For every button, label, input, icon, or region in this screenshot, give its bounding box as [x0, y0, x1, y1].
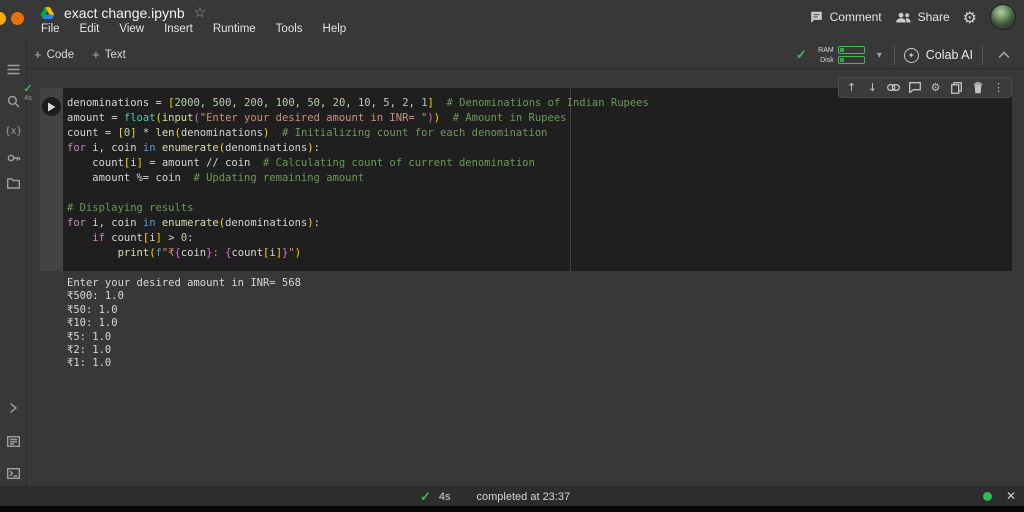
- code-lines: denominations = [2000, 500, 200, 100, 50…: [63, 88, 1012, 261]
- code-line: count = [0] * len(denominations) # Initi…: [67, 127, 548, 139]
- table-of-contents-icon[interactable]: [0, 57, 27, 81]
- plus-icon: +: [34, 47, 42, 62]
- notebook-toolbar: + Code + Text ✓ RAM Disk ▾ ✦ Colab AI: [27, 41, 1024, 69]
- divider: [982, 45, 983, 65]
- disk-label: Disk: [820, 56, 834, 64]
- notebook-title[interactable]: exact change.ipynb: [64, 5, 185, 21]
- menu-file[interactable]: File: [39, 22, 62, 36]
- colab-logo[interactable]: [0, 1, 33, 39]
- colab-app: exact change.ipynb ☆ File Edit View Insert R…: [0, 0, 1024, 512]
- disk-gauge: [837, 56, 865, 64]
- play-icon: [48, 102, 56, 111]
- colab-ai-icon: ✦: [903, 47, 919, 63]
- run-cell-button[interactable]: [42, 97, 61, 116]
- comment-icon: [810, 11, 822, 23]
- left-sidebar: {x}: [0, 41, 27, 486]
- code-cell: denominations = [2000, 500, 200, 100, 50…: [40, 77, 1012, 271]
- code-snippets-icon[interactable]: [0, 396, 27, 420]
- close-status-icon[interactable]: ✕: [1006, 489, 1016, 503]
- menu-edit[interactable]: Edit: [78, 22, 102, 36]
- add-code-label: Code: [46, 48, 75, 61]
- move-down-icon[interactable]: ↓: [862, 78, 883, 97]
- link-icon[interactable]: [883, 78, 904, 97]
- share-label: Share: [917, 10, 950, 24]
- executed-check-icon: ✓: [23, 83, 33, 95]
- share-button[interactable]: Share: [895, 10, 950, 24]
- plus-icon: +: [92, 47, 100, 62]
- colab-ai-button[interactable]: ✦ Colab AI: [903, 47, 973, 63]
- add-text-label: Text: [104, 48, 126, 61]
- runtime-caret-down-icon[interactable]: ▾: [874, 50, 885, 61]
- menu-tools[interactable]: Tools: [274, 22, 305, 36]
- bottom-strip: [0, 506, 1024, 512]
- move-up-icon[interactable]: ↑: [841, 78, 862, 97]
- code-line: for i, coin in enumerate(denominations):: [67, 217, 320, 229]
- ram-label: RAM: [818, 46, 834, 54]
- cell-comment-icon[interactable]: [904, 78, 925, 97]
- status-bar: ✓ 4s completed at 23:37 ✕: [0, 486, 1024, 506]
- divider: [893, 45, 895, 65]
- secrets-icon[interactable]: [0, 146, 27, 170]
- output-line: ₹500: 1.0: [67, 290, 124, 303]
- output-line: ₹5: 1.0: [67, 330, 112, 343]
- cell-output: Enter your desired amount in INR= 568 ₹50…: [67, 277, 301, 371]
- colab-logo-ring-left: [0, 12, 6, 25]
- share-icon: [895, 12, 911, 23]
- output-line: ₹50: 1.0: [67, 303, 118, 316]
- variables-icon[interactable]: {x}: [0, 119, 27, 143]
- terminal-icon[interactable]: [0, 461, 27, 485]
- menu-runtime[interactable]: Runtime: [211, 22, 258, 36]
- output-line: Enter your desired amount in INR= 568: [67, 277, 301, 289]
- connected-check-icon: ✓: [795, 47, 807, 62]
- code-line: denominations = [2000, 500, 200, 100, 50…: [67, 97, 649, 109]
- delete-cell-icon[interactable]: [967, 78, 988, 97]
- resource-monitor[interactable]: RAM Disk: [816, 46, 865, 64]
- colab-logo-ring-right: [11, 12, 24, 25]
- variables-glyph: {x}: [4, 125, 23, 137]
- more-options-icon[interactable]: ⋮: [988, 78, 1009, 97]
- comment-button[interactable]: Comment: [809, 10, 882, 24]
- status-duration: 4s: [438, 491, 451, 503]
- chevron-up-icon: [998, 51, 1010, 59]
- execution-time: 4s: [24, 95, 32, 102]
- settings-gear-icon[interactable]: ⚙: [963, 8, 977, 27]
- menu-help[interactable]: Help: [321, 22, 349, 36]
- add-code-button[interactable]: + Code: [34, 47, 74, 62]
- menu-bar: File Edit View Insert Runtime Tools Help: [39, 22, 348, 36]
- output-line: ₹1: 1.0: [67, 357, 112, 370]
- code-line: count[i] = amount // coin # Calculating …: [67, 157, 535, 169]
- code-editor[interactable]: denominations = [2000, 500, 200, 100, 50…: [63, 88, 1012, 271]
- menu-insert[interactable]: Insert: [162, 22, 195, 36]
- header: exact change.ipynb ☆ File Edit View Insert R…: [0, 0, 1024, 41]
- user-avatar[interactable]: [990, 4, 1016, 30]
- output-line: ₹2: 1.0: [67, 344, 112, 357]
- code-line: print(f"₹{coin}: {count[i]}"): [117, 247, 302, 259]
- comment-label: Comment: [829, 10, 882, 24]
- cell-settings-icon[interactable]: ⚙: [925, 78, 946, 97]
- code-line: if count[i] > 0:: [92, 232, 194, 244]
- star-icon[interactable]: ☆: [194, 4, 207, 21]
- drive-icon: [40, 6, 55, 20]
- code-line: # Displaying results: [67, 202, 194, 214]
- code-line: amount %= coin # Updating remaining amou…: [67, 172, 365, 184]
- ram-gauge: [837, 46, 865, 54]
- add-text-button[interactable]: + Text: [92, 47, 126, 62]
- output-line: ₹10: 1.0: [67, 317, 118, 330]
- kernel-status-dot: [982, 491, 992, 501]
- cell-gutter: [40, 88, 63, 271]
- code-line: for i, coin in enumerate(denominations):: [67, 142, 320, 154]
- collapse-toolbar-button[interactable]: [992, 46, 1016, 64]
- files-icon[interactable]: [0, 171, 27, 195]
- code-line: amount = float(input("Enter your desired…: [67, 112, 567, 124]
- status-message: completed at 23:37: [476, 491, 571, 503]
- menu-view[interactable]: View: [117, 22, 146, 36]
- colab-ai-label: Colab AI: [925, 48, 973, 62]
- command-palette-icon[interactable]: [0, 429, 27, 453]
- cell-toolbar: ↑ ↓ ⚙ ⋮: [838, 77, 1012, 98]
- status-check-icon: ✓: [420, 489, 431, 504]
- cell-execution-indicator: ✓ 4s: [18, 84, 38, 103]
- copy-cell-icon[interactable]: [946, 78, 967, 97]
